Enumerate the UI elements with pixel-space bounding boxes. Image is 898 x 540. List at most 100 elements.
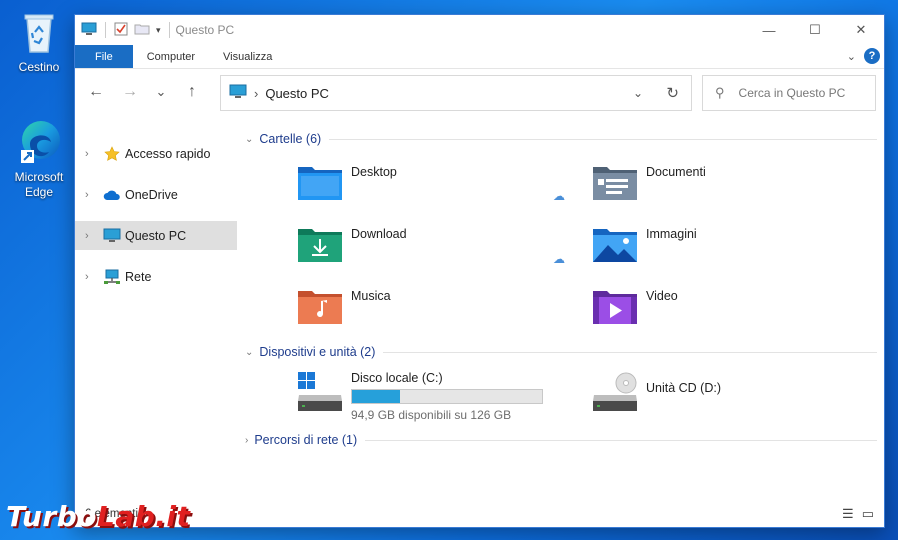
recent-locations-button[interactable]: ⌄ xyxy=(147,75,175,109)
drive-name: Unità CD (D:) xyxy=(646,381,722,395)
divider xyxy=(365,439,877,441)
expand-chevron-icon[interactable]: › xyxy=(85,189,99,201)
cloud-icon xyxy=(103,187,121,203)
search-icon: ⚲ xyxy=(715,85,725,100)
close-button[interactable]: ✕ xyxy=(838,15,884,45)
sidebar-item-label: Accesso rapido xyxy=(125,146,211,161)
desktop-icon-label: Cestino xyxy=(18,60,60,74)
drive-c[interactable]: Disco locale (C:) 94,9 GB disponibili su… xyxy=(297,371,543,422)
separator xyxy=(105,22,106,38)
refresh-icon[interactable]: ↻ xyxy=(666,84,679,102)
help-icon[interactable]: ? xyxy=(864,48,880,64)
drive-free-space: 94,9 GB disponibili su 126 GB xyxy=(351,408,512,422)
watermark-part1: Turbo xyxy=(6,500,98,533)
new-folder-icon[interactable] xyxy=(134,22,150,39)
star-icon xyxy=(103,145,121,162)
recycle-bin-icon xyxy=(15,8,63,56)
computer-icon xyxy=(229,84,247,102)
network-icon xyxy=(103,269,121,285)
forward-button[interactable]: → xyxy=(113,75,147,109)
desktop-icon-recycle-bin[interactable]: Cestino xyxy=(4,8,74,75)
cloud-status-icon: ☁ xyxy=(553,252,565,266)
cloud-status-icon: ☁ xyxy=(553,189,565,203)
explorer-window: ▾ Questo PC — ☐ ✕ File Computer Visualiz… xyxy=(74,14,885,528)
quick-access-toolbar: ▾ xyxy=(81,22,172,39)
separator xyxy=(168,22,170,38)
sidebar-item-questo-pc[interactable]: › Questo PC xyxy=(75,221,237,250)
desktop-icon-edge[interactable]: Microsoft Edge xyxy=(4,118,74,200)
collapse-chevron-icon[interactable]: ⌄ xyxy=(245,347,253,358)
folder-name: Download xyxy=(351,227,407,241)
sidebar-item-accesso-rapido[interactable]: › Accesso rapido xyxy=(75,139,237,168)
edge-icon xyxy=(15,118,63,166)
folder-musica[interactable]: Musica xyxy=(297,287,577,325)
large-icons-view-icon[interactable]: ▭ xyxy=(862,506,874,522)
back-button[interactable]: ← xyxy=(79,75,113,109)
folder-name: Video xyxy=(646,289,678,303)
drive-name: Disco locale (C:) xyxy=(351,371,443,385)
sidebar-item-label: OneDrive xyxy=(125,187,178,202)
download-folder-icon xyxy=(298,229,342,262)
drive-info: Disco locale (C:) 94,9 GB disponibili su… xyxy=(351,371,543,422)
customize-dropdown-icon[interactable]: ▾ xyxy=(156,25,161,36)
folder-name: Desktop xyxy=(351,165,397,179)
tab-computer[interactable]: Computer xyxy=(133,45,209,68)
maximize-button[interactable]: ☐ xyxy=(792,15,838,45)
expand-chevron-icon[interactable]: › xyxy=(245,435,248,446)
title-bar: ▾ Questo PC — ☐ ✕ xyxy=(75,15,884,45)
group-title: Percorsi di rete (1) xyxy=(254,433,358,447)
group-header-network[interactable]: › Percorsi di rete (1) xyxy=(245,433,877,447)
tab-visualizza[interactable]: Visualizza xyxy=(209,45,286,68)
drive-d[interactable]: Unità CD (D:) xyxy=(592,371,721,413)
window-controls: — ☐ ✕ xyxy=(746,15,884,45)
address-bar[interactable]: › Questo PC ⌄ ↻ xyxy=(220,75,692,111)
video-folder-icon xyxy=(593,291,637,324)
sidebar-item-label: Rete xyxy=(125,269,152,284)
folder-immagini[interactable]: Immagini xyxy=(592,225,872,263)
tab-file[interactable]: File xyxy=(75,45,133,68)
computer-icon xyxy=(81,22,97,39)
search-placeholder: Cerca in Questo PC xyxy=(738,86,846,100)
expand-ribbon-icon[interactable]: ⌄ xyxy=(847,50,856,63)
windows-drive-icon xyxy=(298,372,342,411)
navigation-bar: ← → ⌄ ↑ › Questo PC ⌄ ↻ ⚲ Cerca in Quest… xyxy=(75,69,884,115)
properties-icon[interactable] xyxy=(114,22,128,39)
sidebar-item-onedrive[interactable]: › OneDrive xyxy=(75,180,237,209)
folder-download[interactable]: Download xyxy=(297,225,577,263)
folder-name: Documenti xyxy=(646,165,706,179)
expand-chevron-icon[interactable]: › xyxy=(85,271,99,283)
sidebar-item-rete[interactable]: › Rete xyxy=(75,262,237,291)
watermark-part2: Lab.it xyxy=(97,500,191,533)
up-button[interactable]: ↑ xyxy=(175,75,209,109)
drive-usage-bar xyxy=(351,389,543,404)
address-dropdown-icon[interactable]: ⌄ xyxy=(633,86,643,100)
drive-usage-fill xyxy=(352,390,400,403)
folder-video[interactable]: Video xyxy=(592,287,872,325)
content-pane: ⌄ Cartelle (6) Desktop ☁ Documenti Downl… xyxy=(245,115,880,505)
folder-desktop[interactable]: Desktop xyxy=(297,163,577,201)
divider xyxy=(383,351,877,353)
desktop-folder-icon xyxy=(298,167,342,200)
minimize-button[interactable]: — xyxy=(746,15,792,45)
expand-chevron-icon[interactable]: › xyxy=(85,230,99,242)
navigation-pane: › Accesso rapido › OneDrive › Questo PC … xyxy=(75,115,237,495)
breadcrumb-chevron-icon[interactable]: › xyxy=(254,86,258,101)
cd-drive-icon xyxy=(593,372,637,411)
watermark-logo: TurboLab.it xyxy=(6,500,190,533)
ribbon: File Computer Visualizza ⌄ ? xyxy=(75,45,884,69)
search-box[interactable]: ⚲ Cerca in Questo PC xyxy=(702,75,876,111)
sidebar-item-label: Questo PC xyxy=(125,228,187,243)
window-title: Questo PC xyxy=(175,23,235,37)
collapse-chevron-icon[interactable]: ⌄ xyxy=(245,134,253,145)
divider xyxy=(329,138,877,140)
group-header-devices[interactable]: ⌄ Dispositivi e unità (2) xyxy=(245,345,877,359)
group-header-folders[interactable]: ⌄ Cartelle (6) xyxy=(245,132,877,146)
expand-chevron-icon[interactable]: › xyxy=(85,148,99,160)
folder-name: Musica xyxy=(351,289,391,303)
folder-documenti[interactable]: Documenti xyxy=(592,163,872,201)
computer-icon xyxy=(103,228,121,244)
group-title: Dispositivi e unità (2) xyxy=(259,345,376,359)
breadcrumb-questo-pc[interactable]: Questo PC xyxy=(265,86,329,101)
details-view-icon[interactable]: ☰ xyxy=(842,506,854,522)
folder-name: Immagini xyxy=(646,227,697,241)
